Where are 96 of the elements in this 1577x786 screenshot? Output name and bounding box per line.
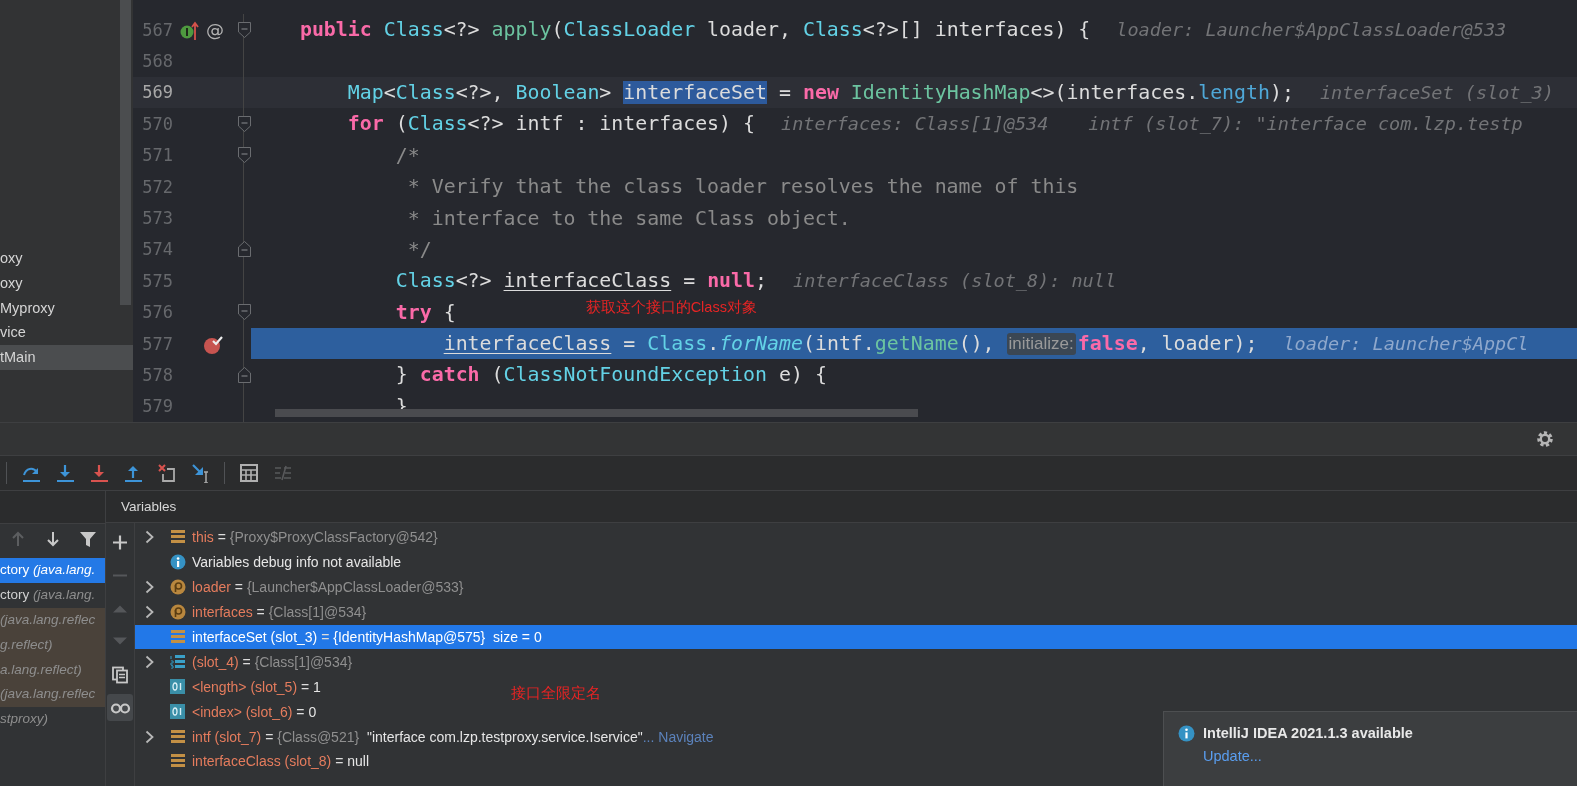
line-number: 579: [141, 396, 173, 417]
field-icon: [170, 629, 186, 645]
project-tree-item[interactable]: Myproxy: [0, 295, 118, 321]
drop-frame-icon[interactable]: [156, 463, 177, 483]
stack-frame[interactable]: (java.lang.reflec: [0, 607, 105, 633]
code-text: Class<?> interfaceClass = null;: [395, 269, 768, 293]
field-icon: [170, 753, 186, 770]
code-text: false, loader);: [1077, 332, 1258, 356]
update-link[interactable]: Update...: [1203, 748, 1262, 764]
fold-icon[interactable]: [237, 147, 251, 164]
line-number: 572: [141, 176, 173, 197]
settings-icon[interactable]: [1536, 430, 1554, 448]
navigate-link[interactable]: ... Navigate: [642, 728, 714, 745]
line-number: 571: [141, 145, 173, 166]
fold-icon[interactable]: [237, 241, 251, 258]
chevron-icon[interactable]: [145, 654, 154, 669]
info-icon: [1178, 725, 1195, 742]
code-text: * Verify that the class loader resolves the name of this: [406, 175, 1079, 199]
variable-text: interfaceClass (slot_8) = null: [192, 753, 370, 770]
filter-icon[interactable]: [79, 530, 97, 548]
stack-frame[interactable]: a.lang.reflect): [0, 657, 105, 683]
fold-icon[interactable]: [237, 367, 251, 383]
horizontal-scrollbar[interactable]: [275, 409, 918, 417]
line-number: 576: [141, 302, 173, 323]
step-into-icon[interactable]: [88, 463, 109, 483]
annotation-text: 接口全限定名: [511, 684, 601, 704]
project-tree-item[interactable]: vice: [0, 320, 118, 346]
chevron-icon[interactable]: [145, 729, 154, 744]
code-text: /*: [395, 143, 420, 167]
variable-text: this = {Proxy$ProxyClassFactory@542}: [192, 529, 438, 546]
stack-frame[interactable]: ctory (java.lang.: [0, 558, 105, 583]
variable-text: <index> (slot_6) = 0: [192, 703, 317, 720]
variable-text: interfaces = {Class[1]@534}: [192, 604, 367, 621]
scrollbar[interactable]: [120, 0, 131, 305]
variable-text: loader = {Launcher$AppClassLoader@533}: [192, 579, 464, 596]
line-number: 570: [141, 113, 173, 134]
step-into-icon[interactable]: [54, 463, 75, 483]
code-text: * interface to the same Class object.: [406, 206, 851, 230]
override-icon: @: [206, 20, 224, 39]
notification-title: IntelliJ IDEA 2021.1.3 available: [1203, 725, 1414, 742]
line-number: 575: [141, 270, 173, 291]
selected-row[interactable]: interfaceSet (slot_3) = {IdentityHashMap@575} size = 0: [135, 624, 1577, 650]
fold-icon[interactable]: [237, 21, 251, 38]
down-arrow-icon[interactable]: [44, 530, 62, 548]
code-text: for (Class<?> intf : interfaces) {: [347, 112, 755, 136]
run-to-cursor-icon[interactable]: [190, 463, 211, 483]
step-out-icon[interactable]: [122, 463, 143, 483]
primitive-icon: [170, 703, 186, 720]
project-tree-item[interactable]: oxy: [0, 270, 118, 296]
line-number: 578: [141, 365, 173, 385]
line-number: 573: [141, 208, 173, 229]
array-icon: [170, 653, 186, 670]
inline-hint: interfaceSet (slot_3): [1319, 81, 1554, 103]
line-number: 568: [141, 51, 173, 72]
glasses-icon[interactable]: [107, 694, 133, 721]
chevron-icon[interactable]: [145, 605, 154, 620]
line-number: 569: [141, 82, 173, 103]
chevron-icon[interactable]: [145, 580, 154, 595]
code-text: } catch (ClassNotFoundException e) {: [395, 363, 827, 387]
line-number: 567: [141, 19, 173, 40]
parameter-hint: initialize:: [1006, 332, 1076, 355]
stack-frame[interactable]: (java.lang.reflec: [0, 682, 105, 708]
stack-frame[interactable]: stproxy): [0, 707, 105, 733]
variable-text: interfaceSet (slot_3) = {IdentityHashMap@575} size = 0: [192, 629, 542, 645]
inline-hint: intf (slot_7): "interface com.lzp.testp: [1088, 113, 1523, 135]
variable-text: <length> (slot_5) = 1: [192, 678, 321, 695]
fold-icon[interactable]: [237, 304, 251, 321]
line-number: 574: [141, 239, 173, 260]
chevron-icon[interactable]: [145, 530, 154, 545]
parameter-icon: [170, 579, 186, 596]
primitive-icon: [170, 678, 186, 695]
inline-hint: interfaceClass (slot_8): null: [793, 270, 1117, 292]
code-text: Map<Class<?>, Boolean> interfaceSet = new IdentityHashMap<>(interfaces.length);: [347, 80, 1294, 104]
variable-text: Variables debug info not available: [192, 554, 402, 571]
field-icon: [170, 728, 186, 745]
field-icon: [170, 529, 186, 546]
code-text: */: [406, 237, 432, 261]
calculator-icon[interactable]: [238, 463, 259, 483]
panel-title: Variables: [106, 491, 1577, 523]
stack-frame[interactable]: g.reflect): [0, 632, 105, 658]
project-tree-item[interactable]: oxy: [0, 246, 118, 271]
code-text: try {: [395, 300, 456, 324]
inline-hint: loader: Launcher$AppCl: [1283, 333, 1529, 355]
code-text: public Class<?> apply(ClassLoader loader, Class<?>[] interfaces) {: [299, 18, 1091, 42]
stack-frame[interactable]: ctory (java.lang.: [0, 582, 105, 608]
code-text: interfaceClass = Class.forName(intf.getName(),: [443, 332, 996, 356]
variable-text: (slot_4) = {Class[1]@534}: [192, 653, 353, 670]
parameter-icon: [170, 604, 186, 621]
inline-hint: interfaces: Class[1]@534: [781, 113, 1049, 135]
annotation-text: 获取这个接口的Class对象: [585, 297, 757, 317]
info-icon: [170, 554, 186, 571]
fold-icon[interactable]: [237, 115, 251, 132]
line-number: 577: [141, 333, 173, 354]
project-tree-item[interactable]: tMain: [0, 345, 133, 370]
inline-hint: loader: Launcher$AppClassLoader@533: [1116, 19, 1507, 41]
variable-text: intf (slot_7) = {Class@521} "interface com.lzp.testproxy.service.Iservice": [192, 728, 643, 745]
